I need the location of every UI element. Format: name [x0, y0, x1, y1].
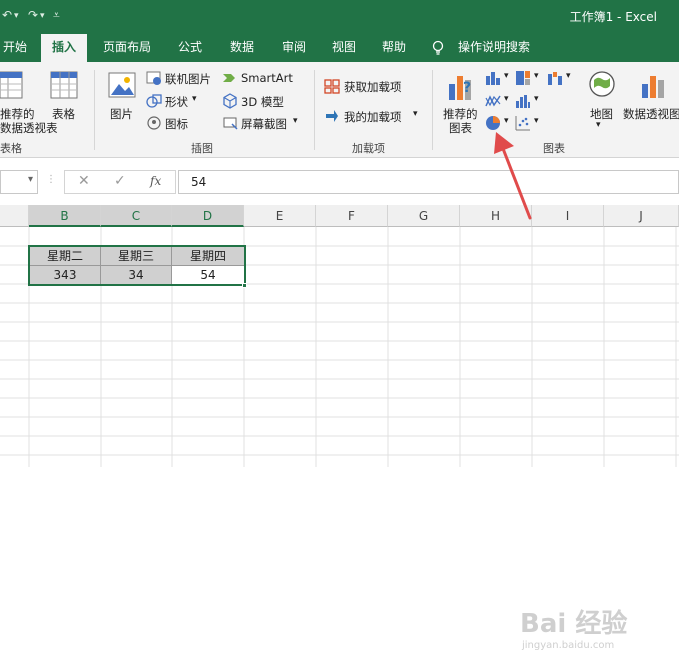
ribbon-separator [314, 70, 315, 150]
online-pictures-icon[interactable] [146, 70, 162, 89]
grip-icon: ⋮ [46, 174, 56, 185]
column-header-f[interactable]: F [316, 205, 388, 227]
worksheet-grid[interactable]: B C D E F G H I J 星期二 星期三 星期四 343 34 54 … [0, 205, 679, 651]
table-icon[interactable] [50, 70, 78, 103]
model-3d-label[interactable]: 3D 模型 [241, 94, 284, 110]
row-header-corner [0, 205, 29, 227]
column-header-g[interactable]: G [388, 205, 460, 227]
icons-label[interactable]: 图标 [165, 116, 188, 132]
column-header-b[interactable]: B [29, 205, 101, 227]
maps-dropdown-icon[interactable]: ▾ [596, 120, 601, 130]
insert-function-icon[interactable]: fx [150, 174, 161, 188]
store-icon[interactable] [324, 78, 340, 97]
baidu-watermark: Bai 经验 jingyan.baidu.com [520, 609, 628, 651]
annotation-arrow [494, 132, 532, 220]
line-chart-dropdown-icon[interactable]: ▾ [504, 94, 509, 104]
group-label-charts: 图表 [543, 142, 565, 155]
undo-dropdown-icon[interactable]: ▾ [14, 11, 19, 21]
group-label-addins: 加载项 [352, 142, 385, 155]
enter-icon[interactable]: ✓ [114, 173, 126, 189]
hierarchy-chart-icon[interactable] [515, 70, 531, 89]
undo-icon[interactable]: ↶ [2, 8, 12, 22]
waterfall-chart-dropdown-icon[interactable]: ▾ [566, 71, 571, 81]
ribbon-separator [432, 70, 433, 150]
pivottable-label-2[interactable]: 数据透视表 [0, 120, 58, 136]
name-box[interactable]: ▾ [0, 170, 38, 194]
screenshot-dropdown-icon[interactable]: ▾ [293, 116, 298, 126]
my-addins-label[interactable]: 我的加载项 [344, 109, 402, 125]
tab-review[interactable]: 审阅 [274, 34, 314, 62]
shapes-label[interactable]: 形状 [165, 94, 188, 110]
customize-qat-icon[interactable]: ⩡ [53, 8, 60, 23]
line-chart-icon[interactable] [485, 93, 501, 112]
shapes-dropdown-icon[interactable]: ▾ [192, 94, 197, 104]
icons-icon[interactable] [146, 115, 162, 134]
smartart-icon[interactable] [222, 70, 238, 89]
svg-text:?: ? [463, 80, 471, 96]
column-header-d[interactable]: D [172, 205, 244, 227]
ribbon-insert-panel: 推荐的 数据透视表 表格 表格 图片 联机图片 形状 ▾ 图标 SmartArt… [0, 62, 679, 158]
name-box-dropdown-icon[interactable]: ▾ [28, 174, 33, 185]
formula-bar: ▾ ⋮ ✕ ✓ fx 54 [0, 158, 679, 205]
cancel-icon[interactable]: ✕ [78, 173, 90, 189]
window-title: 工作簿1 - Excel [569, 10, 657, 24]
formula-value: 54 [191, 175, 207, 189]
maps-label[interactable]: 地图 [590, 106, 613, 122]
picture-icon[interactable] [108, 70, 136, 103]
tab-home[interactable]: 开始 [0, 34, 30, 62]
redo-icon[interactable]: ↷ [28, 8, 38, 22]
my-addins-dropdown-icon[interactable]: ▾ [413, 109, 418, 119]
formula-input[interactable]: 54 [178, 170, 679, 194]
title-bar: ↶ ▾ ↷ ▾ ⩡ 工作簿1 - Excel [0, 0, 679, 34]
ribbon-tabs: 开始 插入 页面布局 公式 数据 审阅 视图 帮助 操作说明搜索 [0, 34, 679, 62]
statistic-chart-icon[interactable] [515, 93, 531, 112]
fill-handle[interactable] [242, 283, 247, 288]
tab-help[interactable]: 帮助 [374, 34, 414, 62]
tab-formulas[interactable]: 公式 [170, 34, 210, 62]
recommended-charts-label-2[interactable]: 图表 [449, 120, 472, 136]
pivotchart-label[interactable]: 数据透视图 [623, 106, 679, 122]
get-addins-label[interactable]: 获取加载项 [344, 79, 402, 95]
selection-border [28, 245, 246, 286]
column-header-c[interactable]: C [101, 205, 172, 227]
screenshot-label[interactable]: 屏幕截图 [241, 116, 287, 132]
shapes-icon[interactable] [146, 93, 162, 112]
pivotchart-icon[interactable] [640, 70, 668, 103]
my-addins-icon[interactable] [324, 108, 340, 127]
column-header-j[interactable]: J [604, 205, 679, 227]
statistic-chart-dropdown-icon[interactable]: ▾ [534, 94, 539, 104]
tab-data[interactable]: 数据 [222, 34, 262, 62]
maps-icon[interactable] [588, 70, 616, 103]
pivottable-icon[interactable] [0, 70, 24, 103]
online-pictures-label[interactable]: 联机图片 [165, 71, 211, 87]
lightbulb-icon[interactable] [432, 34, 444, 62]
hierarchy-chart-dropdown-icon[interactable]: ▾ [534, 71, 539, 81]
tab-view[interactable]: 视图 [324, 34, 364, 62]
ribbon-separator [94, 70, 95, 150]
group-label-illustrations: 插图 [191, 142, 213, 155]
screenshot-icon[interactable] [222, 115, 238, 134]
column-header-e[interactable]: E [244, 205, 316, 227]
recommended-charts-icon[interactable]: ? [447, 70, 477, 105]
tab-insert[interactable]: 插入 [41, 34, 87, 62]
tell-me-search[interactable]: 操作说明搜索 [458, 34, 538, 62]
waterfall-chart-icon[interactable] [547, 70, 563, 89]
column-chart-dropdown-icon[interactable]: ▾ [504, 71, 509, 81]
column-header-i[interactable]: I [532, 205, 604, 227]
smartart-label[interactable]: SmartArt [241, 71, 293, 85]
tab-page-layout[interactable]: 页面布局 [95, 34, 159, 62]
model-3d-icon[interactable] [222, 93, 238, 112]
group-label-tables: 表格 [0, 142, 22, 155]
table-label[interactable]: 表格 [52, 106, 75, 122]
redo-dropdown-icon[interactable]: ▾ [40, 11, 45, 21]
pictures-label[interactable]: 图片 [110, 106, 133, 122]
column-chart-icon[interactable] [485, 70, 501, 89]
